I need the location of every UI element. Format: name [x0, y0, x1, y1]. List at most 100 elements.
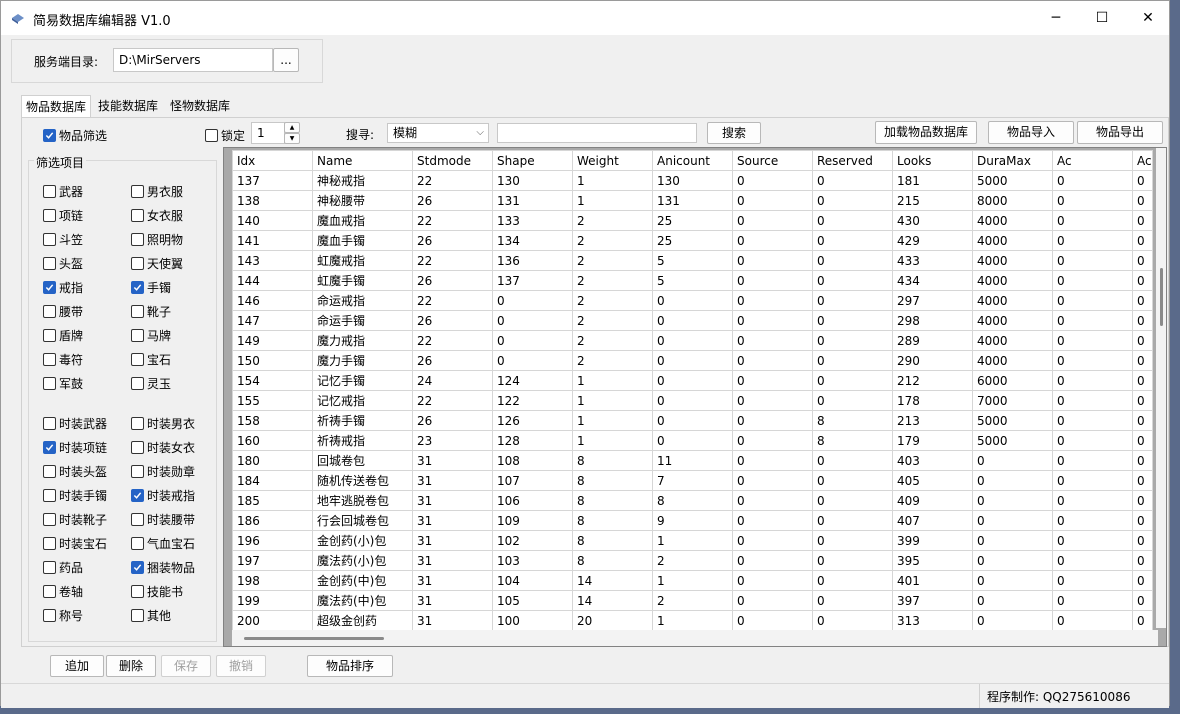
table-cell[interactable]: 0 — [1052, 250, 1133, 271]
table-cell[interactable]: 26 — [412, 410, 493, 431]
table-cell[interactable]: 14 — [572, 570, 653, 591]
table-cell[interactable]: 136 — [492, 250, 573, 271]
table-cell[interactable]: 0 — [1132, 430, 1153, 451]
table-cell[interactable]: 108 — [492, 450, 573, 471]
table-cell[interactable]: 124 — [492, 370, 573, 391]
table-cell[interactable]: 0 — [732, 350, 813, 371]
table-cell[interactable]: 地牢逃脱卷包 — [312, 490, 413, 511]
table-cell[interactable]: 1 — [652, 570, 733, 591]
table-row[interactable]: 180 回城卷包 31 108 8 11 0 0 403 0 0 0 — [232, 450, 1153, 471]
table-cell[interactable]: 105 — [492, 590, 573, 611]
table-cell[interactable]: 433 — [892, 250, 973, 271]
table-cell[interactable]: 0 — [812, 330, 893, 351]
table-cell[interactable]: 0 — [812, 370, 893, 391]
table-cell[interactable]: 0 — [492, 290, 573, 311]
table-cell[interactable]: 0 — [1052, 470, 1133, 491]
table-cell[interactable]: 0 — [732, 210, 813, 231]
table-cell[interactable]: 0 — [1132, 250, 1153, 271]
table-cell[interactable]: 155 — [232, 390, 313, 411]
table-cell[interactable]: 1 — [652, 610, 733, 631]
table-cell[interactable]: 1 — [652, 530, 733, 551]
table-cell[interactable]: 0 — [732, 490, 813, 511]
table-cell[interactable]: 186 — [232, 510, 313, 531]
table-cell[interactable]: 1 — [572, 430, 653, 451]
table-row[interactable]: 137 神秘戒指 22 130 1 130 0 0 181 5000 0 0 — [232, 170, 1153, 191]
table-cell[interactable]: 0 — [812, 270, 893, 291]
table-cell[interactable]: 395 — [892, 550, 973, 571]
filter-checkbox[interactable]: 军鼓 — [43, 375, 83, 392]
horizontal-scrollbar[interactable] — [232, 630, 1158, 646]
table-cell[interactable]: 0 — [1052, 350, 1133, 371]
table-cell[interactable]: 0 — [652, 330, 733, 351]
table-cell[interactable]: 290 — [892, 350, 973, 371]
table-cell[interactable]: 0 — [812, 490, 893, 511]
table-cell[interactable]: 0 — [812, 450, 893, 471]
scroll-thumb[interactable] — [244, 637, 384, 640]
table-cell[interactable]: 0 — [812, 470, 893, 491]
table-cell[interactable]: 1 — [572, 370, 653, 391]
table-cell[interactable]: 4000 — [972, 250, 1053, 271]
table-cell[interactable]: 8 — [572, 510, 653, 531]
table-cell[interactable]: 22 — [412, 170, 493, 191]
table-cell[interactable]: 26 — [412, 230, 493, 251]
table-cell[interactable]: 179 — [892, 430, 973, 451]
table-cell[interactable]: 0 — [1052, 330, 1133, 351]
table-cell[interactable]: 23 — [412, 430, 493, 451]
delete-button[interactable]: 删除 — [106, 655, 156, 677]
table-cell[interactable]: 122 — [492, 390, 573, 411]
filter-checkbox[interactable]: 时装腰带 — [131, 511, 195, 528]
table-cell[interactable]: 22 — [412, 330, 493, 351]
filter-checkbox[interactable]: 时装男衣 — [131, 415, 195, 432]
table-cell[interactable]: 0 — [732, 410, 813, 431]
table-cell[interactable]: 0 — [1132, 370, 1153, 391]
table-cell[interactable]: 137 — [492, 270, 573, 291]
table-cell[interactable]: 9 — [652, 510, 733, 531]
table-cell[interactable]: 5 — [652, 270, 733, 291]
search-input[interactable] — [497, 123, 697, 143]
table-cell[interactable]: 200 — [232, 610, 313, 631]
table-cell[interactable]: 0 — [732, 510, 813, 531]
table-cell[interactable]: 26 — [412, 270, 493, 291]
table-cell[interactable]: 魔血手镯 — [312, 230, 413, 251]
table-cell[interactable]: 1 — [572, 390, 653, 411]
load-item-db-button[interactable]: 加载物品数据库 — [875, 121, 977, 144]
table-cell[interactable]: 0 — [492, 330, 573, 351]
table-cell[interactable]: 0 — [1052, 230, 1133, 251]
table-cell[interactable]: 141 — [232, 230, 313, 251]
table-cell[interactable]: 2 — [572, 270, 653, 291]
table-cell[interactable]: 2 — [652, 590, 733, 611]
table-cell[interactable]: 8 — [652, 490, 733, 511]
table-cell[interactable]: 140 — [232, 210, 313, 231]
filter-checkbox[interactable]: 照明物 — [131, 231, 183, 248]
table-cell[interactable]: 0 — [1052, 290, 1133, 311]
table-cell[interactable]: 313 — [892, 610, 973, 631]
save-button[interactable]: 保存 — [161, 655, 211, 677]
table-cell[interactable]: 2 — [572, 330, 653, 351]
table-cell[interactable]: 102 — [492, 530, 573, 551]
table-cell[interactable]: 24 — [412, 370, 493, 391]
table-cell[interactable]: 31 — [412, 490, 493, 511]
table-cell[interactable]: 0 — [812, 390, 893, 411]
filter-checkbox[interactable]: 戒指 — [43, 279, 83, 296]
table-cell[interactable]: 143 — [232, 250, 313, 271]
table-cell[interactable]: 0 — [732, 370, 813, 391]
table-row[interactable]: 160 祈祷戒指 23 128 1 0 0 8 179 5000 0 0 — [232, 430, 1153, 451]
table-cell[interactable]: 1 — [572, 190, 653, 211]
table-cell[interactable]: 430 — [892, 210, 973, 231]
search-button[interactable]: 搜索 — [707, 122, 761, 144]
tab-monster-db[interactable]: 怪物数据库 — [166, 95, 234, 117]
table-cell[interactable]: 0 — [652, 290, 733, 311]
filter-checkbox[interactable]: 称号 — [43, 607, 83, 624]
table-cell[interactable]: 0 — [1132, 290, 1153, 311]
table-cell[interactable]: 0 — [732, 450, 813, 471]
table-cell[interactable]: 回城卷包 — [312, 450, 413, 471]
table-row[interactable]: 150 魔力手镯 26 0 2 0 0 0 290 4000 0 0 — [232, 350, 1153, 371]
table-cell[interactable]: 2 — [572, 230, 653, 251]
table-cell[interactable]: 0 — [1052, 610, 1133, 631]
table-cell[interactable]: 祈祷手镯 — [312, 410, 413, 431]
table-cell[interactable]: 超级金创药 — [312, 610, 413, 631]
table-cell[interactable]: 魔力戒指 — [312, 330, 413, 351]
table-cell[interactable]: 1 — [572, 410, 653, 431]
filter-checkbox[interactable]: 捆装物品 — [131, 559, 195, 576]
table-cell[interactable]: 0 — [732, 190, 813, 211]
